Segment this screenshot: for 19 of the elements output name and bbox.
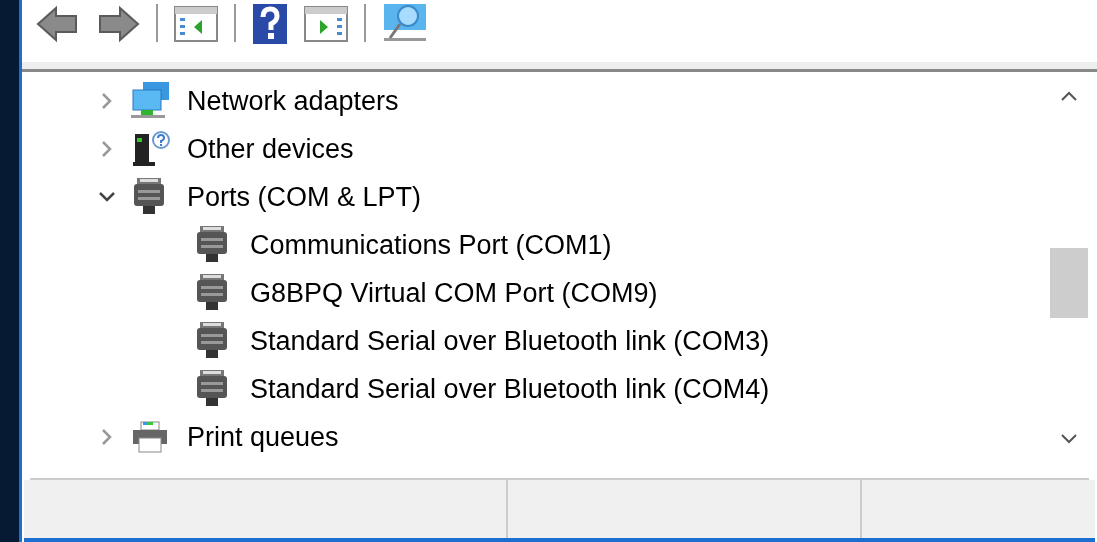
category-label[interactable]: Other devices (187, 128, 354, 170)
pane-right-icon[interactable] (304, 4, 348, 42)
help-icon[interactable] (252, 4, 288, 44)
device-label[interactable]: Standard Serial over Bluetooth link (COM3) (250, 320, 770, 362)
monitor-magnifier-icon[interactable] (382, 4, 428, 44)
category-label[interactable]: Print queues (187, 416, 339, 458)
category-label[interactable]: Ports (COM & LPT) (187, 176, 422, 218)
unknown-device-icon (131, 130, 171, 168)
device-label[interactable]: Standard Serial over Bluetooth link (COM4) (250, 368, 770, 410)
scroll-down-icon[interactable] (1060, 433, 1078, 445)
network-adapter-icon (131, 82, 171, 120)
device-label[interactable]: G8BPQ Virtual COM Port (COM9) (250, 272, 658, 314)
scroll-up-icon[interactable] (1060, 90, 1078, 102)
pane-left-icon[interactable] (174, 4, 218, 42)
category-label[interactable]: Network adapters (187, 80, 399, 122)
back-arrow-icon[interactable] (36, 4, 80, 44)
forward-arrow-icon[interactable] (96, 4, 140, 44)
scroll-thumb[interactable] (1050, 248, 1088, 318)
device-label[interactable]: Communications Port (COM1) (250, 224, 612, 266)
